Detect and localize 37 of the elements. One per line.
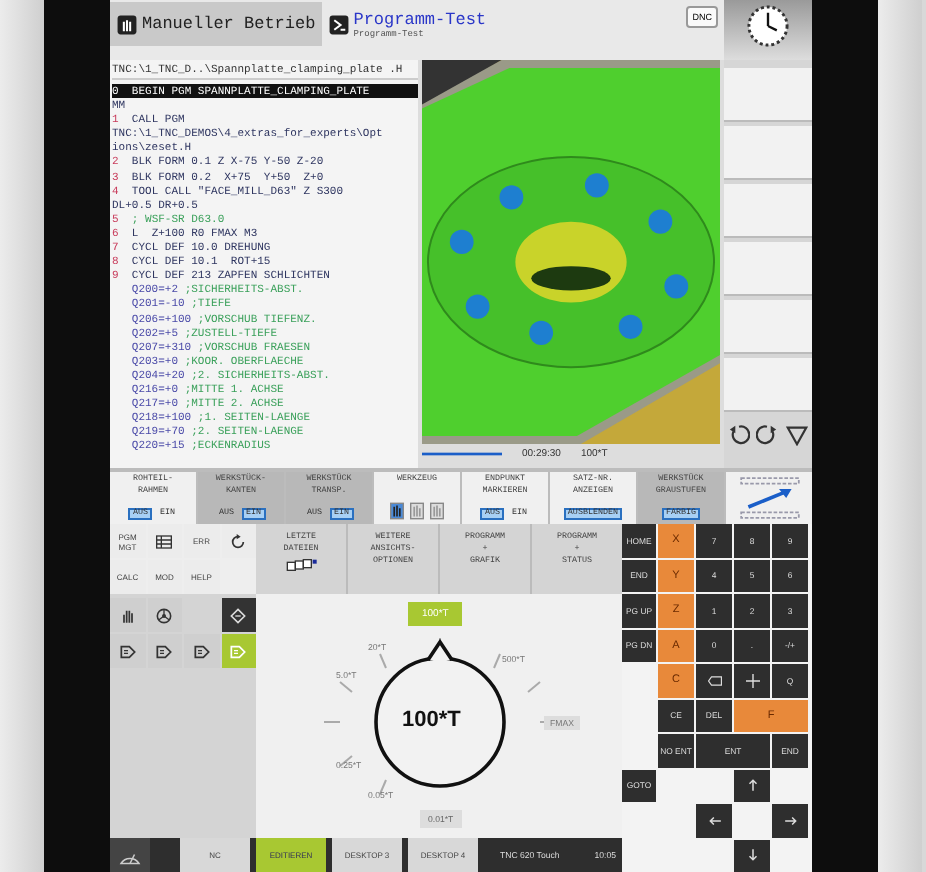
refresh-icon (230, 533, 247, 549)
rotate-left-icon (727, 424, 750, 446)
mode-tab[interactable]: Manueller Betrieb (110, 2, 322, 46)
program-icon (156, 643, 173, 659)
crosshair-icon (745, 673, 759, 688)
wheel-icon (156, 607, 173, 623)
mode-key[interactable] (221, 598, 256, 632)
arrow-key[interactable] (734, 839, 770, 872)
arrow-key[interactable] (696, 804, 732, 837)
mode-key[interactable] (147, 598, 182, 632)
arrow-left-icon (707, 813, 721, 828)
program-icon (230, 643, 247, 659)
rotate-right-icon (756, 424, 779, 446)
program-icon (327, 13, 350, 35)
backspace-key[interactable] (696, 664, 732, 697)
softkey[interactable] (726, 472, 812, 524)
decimal-key[interactable] (734, 664, 770, 697)
arrow-up-icon (745, 778, 759, 793)
triangle-down-icon (786, 424, 809, 446)
mode-key[interactable] (184, 634, 219, 668)
program-icon (119, 643, 136, 659)
clock-icon (746, 4, 790, 48)
home-button[interactable] (110, 838, 150, 872)
mode-key[interactable] (110, 634, 145, 668)
diamond-icon (230, 607, 247, 623)
program-icon (193, 643, 210, 659)
mode-key[interactable] (110, 598, 145, 632)
backspace-icon (707, 673, 721, 688)
arrow-down-icon (745, 848, 759, 863)
arrow-key[interactable] (734, 769, 770, 802)
dial-reading: 100*T (402, 708, 461, 732)
arrow-right-icon (783, 813, 797, 828)
files-icon (285, 557, 317, 572)
arrow-key[interactable] (772, 804, 808, 837)
table-icon (156, 533, 173, 549)
mode-key[interactable] (147, 634, 182, 668)
progress-icon (422, 450, 502, 458)
